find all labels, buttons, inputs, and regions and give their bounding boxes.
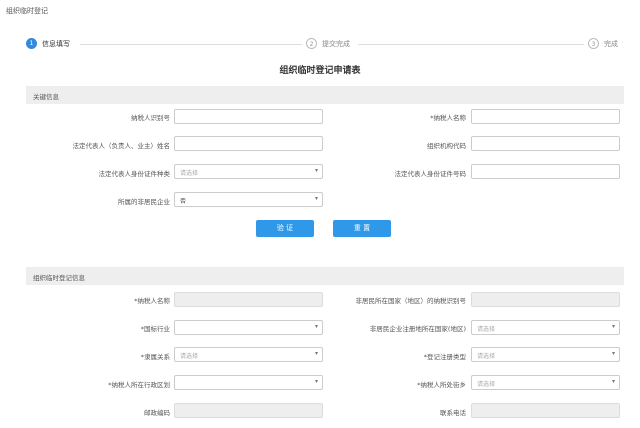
home-taxpayer-id-label: 非居民所在国家（地区）的纳税识别号 [355,297,467,305]
taxpayer-id-label: 纳税人识别号 [131,114,170,122]
chevron-down-icon: ▾ [611,323,615,330]
id-type-select[interactable]: 请选择 ▾ [174,164,323,179]
affiliation-select[interactable]: 请选择 ▾ [174,347,323,362]
org-code-label: 组织机构代码 [427,142,466,150]
org-code-input[interactable] [471,136,620,151]
tax-nature-select[interactable]: 请选择 ▾ [471,375,620,390]
postal-input[interactable] [174,403,323,418]
section-registration-title: 组织临时登记信息 [33,274,85,282]
id-type-label: 法定代表人身份证件种类 [98,170,171,178]
id-number-input[interactable] [471,164,620,179]
industry-select[interactable]: ▾ [174,320,323,335]
section-key-info-title: 关键信息 [33,93,59,101]
nonresident-select[interactable]: 否 ▾ [174,192,323,207]
phone-label: 联系电话 [440,409,466,417]
admin-area-select[interactable]: ▾ [174,375,323,390]
form-title: 组织临时登记申请表 [279,66,361,76]
reg-country-placeholder: 请选择 [477,326,496,333]
home-taxpayer-id-input[interactable] [471,292,620,307]
window-title: 组织临时登记 [6,7,48,15]
phone-input[interactable] [471,403,620,418]
s2-taxpayer-name-input[interactable] [174,292,323,307]
reg-type-placeholder: 请选择 [477,353,496,360]
affiliation-label: *隶属关系 [140,353,170,361]
taxpayer-name-input[interactable] [471,109,620,124]
verify-button[interactable]: 验 证 [256,220,314,237]
id-number-label: 法定代表人身份证件号码 [394,170,467,178]
step-connector [80,44,302,45]
affiliation-placeholder: 请选择 [180,353,199,360]
legal-rep-input[interactable] [174,136,323,151]
reg-country-select[interactable]: 请选择 ▾ [471,320,620,335]
step-3-number: 3 [588,38,599,49]
step-indicator: 1 信息填写 2 提交完成 3 完成 [0,34,640,54]
step-2-number: 2 [306,38,317,49]
taxpayer-name-label: *纳税人名称 [430,114,466,122]
window-title-bar: 组织临时登记 [0,0,640,24]
id-type-placeholder: 请选择 [180,170,199,177]
reset-button[interactable]: 重 置 [333,220,391,237]
reg-type-label: *登记注册类型 [423,353,466,361]
reg-country-label: 非居民企业注册地所在国家(地区) [369,325,466,333]
reg-type-select[interactable]: 请选择 ▾ [471,347,620,362]
chevron-down-icon: ▾ [611,378,615,385]
step-1-number: 1 [26,38,37,49]
step-1-label: 信息填写 [42,39,70,48]
step-3-label: 完成 [604,39,618,48]
nonresident-label: 所属的非居民企业 [118,198,170,206]
postal-label: 邮政编码 [144,409,170,417]
tax-nature-label: *纳税人所处街乡 [417,381,466,389]
step-connector [358,44,584,45]
section-key-info-header: 关键信息 [26,86,624,104]
chevron-down-icon: ▾ [314,195,318,202]
legal-rep-label: 法定代表人（负责人、业主）姓名 [72,142,171,150]
step-3: 3 完成 [588,38,618,49]
tax-nature-placeholder: 请选择 [477,381,496,388]
step-1: 1 信息填写 [26,38,70,49]
industry-label: *国标行业 [140,325,170,333]
admin-area-label: *纳税人所在行政区划 [108,381,170,389]
step-2: 2 提交完成 [306,38,350,49]
chevron-down-icon: ▾ [611,350,615,357]
taxpayer-id-input[interactable] [174,109,323,124]
s2-taxpayer-name-label: *纳税人名称 [134,297,170,305]
step-2-label: 提交完成 [322,39,350,48]
nonresident-value: 否 [180,198,187,205]
section-registration-header: 组织临时登记信息 [26,267,624,285]
